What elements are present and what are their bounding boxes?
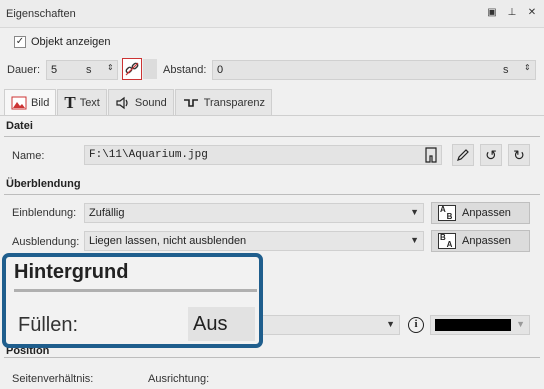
spacing-input[interactable]: 0 [212,60,536,80]
section-datei-title: Datei [6,120,33,132]
tab-text[interactable]: T Text [57,89,107,116]
tab-text-label: Text [79,96,100,109]
tab-transparenz-label: Transparenz [203,96,266,109]
tab-sound-label: Sound [134,96,167,109]
fade-out-label: Ausblendung: [12,236,80,248]
spacing-spinner-icon[interactable]: ⇕ [524,63,531,72]
file-name-value: F:\11\Aquarium.jpg [89,149,208,161]
alignment-label: Ausrichtung: [148,373,210,385]
window-titlebar: Eigenschaften ▣ ⊥ ✕ [0,0,544,28]
info-icon[interactable]: i [408,317,424,333]
duration-label: Dauer: [7,64,41,76]
fade-out-select[interactable]: Liegen lassen, nicht ausblenden ▼ [84,231,424,251]
text-icon: T [64,92,76,112]
background-zoom-callout: Hintergrund Füllen: Aus [2,253,263,348]
chevron-down-icon: ▼ [410,235,419,245]
transparency-icon [183,98,198,107]
pencil-icon [457,149,469,161]
link-durations-button[interactable] [122,58,142,80]
transition-ab-icon: A B [438,205,456,221]
fade-in-adjust-label: Anpassen [462,207,511,219]
aspect-ratio-label: Seitenverhältnis: [12,373,94,385]
chain-link-icon [125,62,139,76]
fade-out-adjust-label: Anpassen [462,235,511,247]
rotate-left-button[interactable]: ↺ [480,144,502,166]
tab-bild-label: Bild [31,96,50,109]
property-tabs: Bild T Text Sound Transparenz [4,89,273,116]
tab-sound[interactable]: Sound [107,89,174,116]
fade-in-value: Zufällig [89,207,125,219]
chevron-down-icon: ▼ [410,207,419,217]
section-position-divider [4,357,540,358]
tab-bild[interactable]: Bild [4,89,57,116]
fill-color-picker[interactable]: ▼ [430,315,530,335]
pin-icon[interactable]: ⊥ [506,7,518,19]
transition-ba-icon: B A [438,233,456,249]
spacing-value: 0 [217,64,224,76]
callout-fill-value: Aus [193,313,228,335]
callout-fill-label: Füllen: [18,314,79,336]
tab-transparenz[interactable]: Transparenz [174,89,273,116]
callout-fill-value-box[interactable]: Aus [188,307,255,341]
duration-spinner-icon[interactable]: ⇕ [107,63,114,72]
close-icon[interactable]: ✕ [526,7,538,19]
browse-file-icon[interactable] [421,145,441,165]
spacing-unit: s [503,64,509,76]
duration-value: 5 [51,64,58,76]
chevron-down-icon: ▼ [516,319,525,329]
callout-divider [14,289,257,292]
rotate-left-icon: ↺ [485,146,497,163]
window-title: Eigenschaften [6,8,76,20]
fade-in-label: Einblendung: [12,207,77,219]
fill-color-swatch [435,319,511,331]
name-label: Name: [12,150,45,162]
show-object-checkbox[interactable]: ✓ [14,36,26,48]
spacing-label: Abstand: [163,64,207,76]
restore-icon[interactable]: ▣ [486,7,498,19]
fade-out-value: Liegen lassen, nicht ausblenden [89,235,247,247]
fill-select[interactable]: ▼ [250,315,400,335]
speaker-icon [116,96,128,109]
section-datei-divider [4,136,540,137]
fade-out-adjust-button[interactable]: B A Anpassen [431,230,530,252]
section-ueberblendung-divider [4,194,540,195]
chevron-down-icon: ▼ [386,319,395,329]
section-ueberblendung-title: Überblendung [6,178,81,190]
fade-in-adjust-button[interactable]: A B Anpassen [431,202,530,224]
duration-unit: s [86,64,92,76]
image-icon [11,96,27,109]
tab-divider [0,115,544,116]
file-name-input[interactable]: F:\11\Aquarium.jpg [84,145,442,165]
link-side-panel [143,59,157,79]
rotate-right-button[interactable]: ↻ [508,144,530,166]
fade-in-select[interactable]: Zufällig ▼ [84,203,424,223]
callout-title: Hintergrund [14,261,129,283]
show-object-label: Objekt anzeigen [31,36,111,48]
show-object-row[interactable]: ✓ Objekt anzeigen [14,36,111,48]
rotate-right-icon: ↻ [513,146,525,163]
edit-image-button[interactable] [452,144,474,166]
